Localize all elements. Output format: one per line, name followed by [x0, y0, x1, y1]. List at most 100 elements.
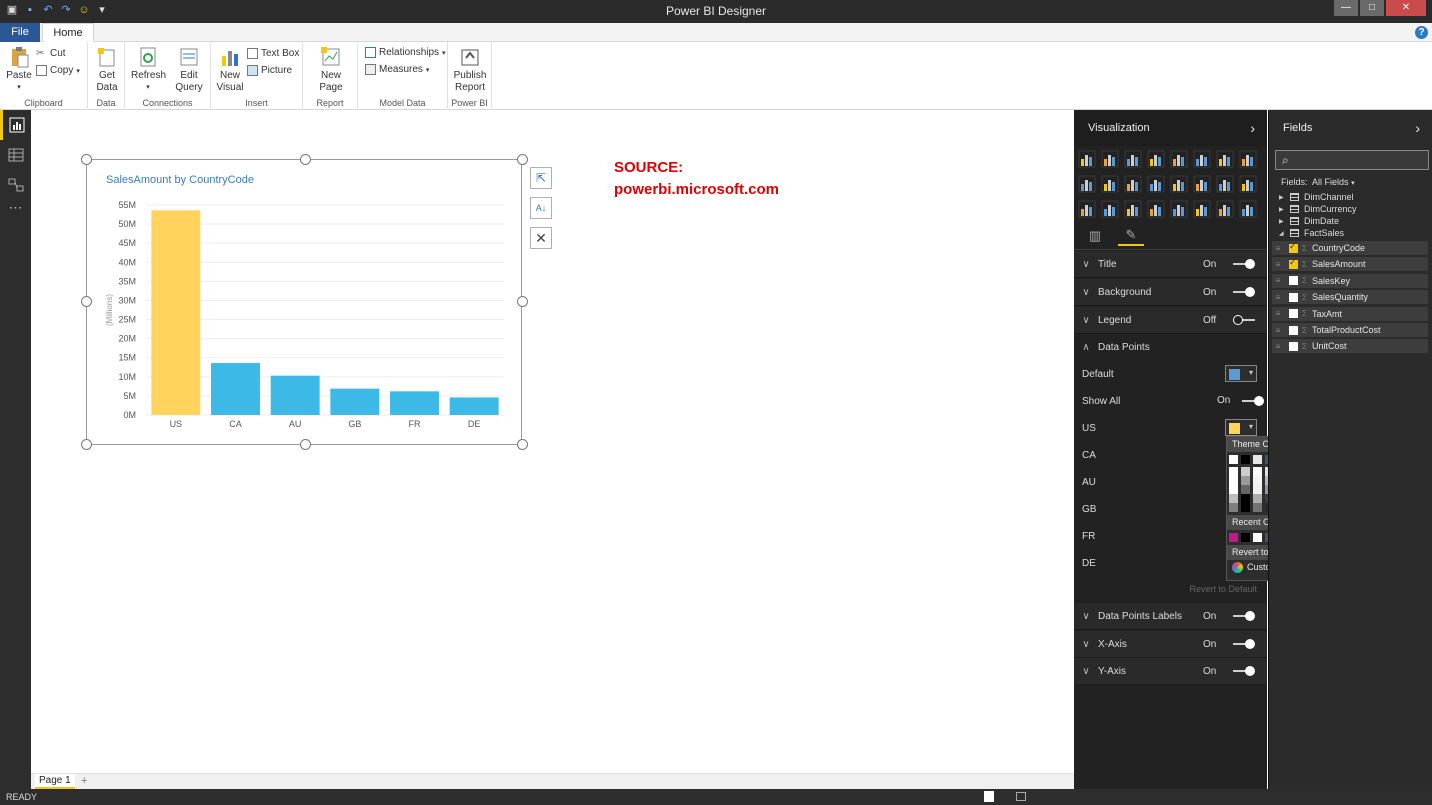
drag-handle-icon[interactable]: ≡ — [1272, 342, 1284, 351]
report-view-icon[interactable] — [0, 110, 31, 140]
color-swatch[interactable] — [1241, 467, 1250, 476]
field-checkbox[interactable] — [1289, 309, 1298, 319]
line-column-icon[interactable] — [1078, 175, 1096, 193]
background-section[interactable]: ∨ Background On — [1074, 279, 1267, 306]
y-axis-section[interactable]: ∨ Y-Axis On — [1074, 658, 1267, 685]
stacked-column-icon[interactable] — [1170, 150, 1188, 168]
publish-report-button[interactable]: Publish Report — [452, 46, 488, 94]
x-axis-toggle[interactable] — [1233, 639, 1255, 649]
legend-section[interactable]: ∨ Legend Off — [1074, 307, 1267, 334]
waterfall-icon[interactable] — [1216, 200, 1234, 218]
delete-visual-button[interactable]: ✕ — [530, 227, 552, 249]
help-icon[interactable]: ? — [1415, 26, 1428, 39]
stacked-bar-icon[interactable] — [1078, 150, 1096, 168]
table-item[interactable]: ▶ DimCurrency — [1279, 203, 1357, 215]
filled-map-icon[interactable] — [1124, 200, 1142, 218]
drag-handle-icon[interactable]: ≡ — [1272, 293, 1284, 302]
field-item[interactable]: ≡ Σ CountryCode — [1272, 241, 1428, 255]
field-item[interactable]: ≡ Σ TotalProductCost — [1272, 323, 1428, 337]
page-tab-1[interactable]: Page 1 — [35, 774, 75, 789]
color-swatch[interactable] — [1253, 476, 1262, 485]
data-view-icon[interactable] — [0, 140, 31, 170]
color-swatch[interactable] — [1229, 455, 1238, 464]
color-swatch[interactable] — [1241, 485, 1250, 494]
collapse-chevron-icon[interactable]: › — [1415, 120, 1420, 136]
field-checkbox[interactable] — [1289, 257, 1298, 269]
color-swatch[interactable] — [1253, 503, 1262, 512]
table-item[interactable]: ▶ DimDate — [1279, 215, 1339, 227]
resize-handle-tl[interactable] — [81, 154, 92, 165]
measures-button[interactable]: Measures ▾ — [365, 64, 429, 75]
field-checkbox[interactable] — [1289, 292, 1298, 302]
title-section[interactable]: ∨ Title On — [1074, 251, 1267, 278]
resize-handle-tr[interactable] — [517, 154, 528, 165]
color-swatch[interactable] — [1241, 503, 1250, 512]
color-swatch[interactable] — [1253, 455, 1262, 464]
page-view-icon[interactable] — [984, 791, 994, 802]
clustered-column-icon[interactable] — [1193, 150, 1211, 168]
field-checkbox[interactable] — [1289, 276, 1298, 286]
title-toggle[interactable] — [1233, 259, 1255, 269]
field-checkbox[interactable] — [1289, 241, 1298, 253]
field-item[interactable]: ≡ Σ SalesQuantity — [1272, 290, 1428, 305]
revert-to-default-link[interactable]: Revert to Default — [1189, 584, 1257, 594]
color-swatch[interactable] — [1229, 467, 1238, 476]
fields-tab-icon[interactable]: ▥ — [1082, 226, 1108, 246]
format-brush-icon[interactable]: ✎ — [1118, 226, 1144, 246]
gauge-icon[interactable] — [1147, 200, 1165, 218]
field-checkbox[interactable] — [1289, 325, 1298, 335]
focus-mode-button[interactable]: ⇱ — [530, 167, 552, 189]
fields-filter[interactable]: Fields: All Fields ▾ — [1281, 177, 1355, 187]
card-icon[interactable] — [1239, 175, 1257, 193]
new-visual-button[interactable]: New Visual — [216, 46, 244, 94]
text-box-button[interactable]: Text Box — [247, 48, 299, 59]
table-icon[interactable] — [1193, 175, 1211, 193]
refresh-button[interactable]: Refresh ▾ — [131, 46, 166, 94]
color-swatch[interactable] — [1253, 485, 1262, 494]
recent-color-swatch[interactable] — [1241, 533, 1250, 542]
new-page-button[interactable]: New Page — [309, 46, 353, 94]
edit-query-button[interactable]: Edit Query — [173, 46, 205, 94]
table-item[interactable]: ▶ DimChannel — [1279, 191, 1354, 203]
field-item[interactable]: ≡ Σ TaxAmt — [1272, 306, 1428, 321]
field-checkbox[interactable] — [1289, 341, 1298, 351]
fit-view-icon[interactable] — [1016, 792, 1026, 801]
column-chart-icon[interactable] — [1239, 150, 1257, 168]
relationships-button[interactable]: Relationships ▾ — [365, 47, 446, 58]
drag-handle-icon[interactable]: ≡ — [1272, 326, 1284, 335]
recent-color-swatch[interactable] — [1229, 533, 1238, 542]
color-swatch[interactable] — [1229, 494, 1238, 503]
donut-icon[interactable] — [1170, 200, 1188, 218]
clustered-bar-icon[interactable] — [1101, 150, 1119, 168]
x-axis-section[interactable]: ∨ X-Axis On — [1074, 631, 1267, 658]
table-item[interactable]: ◢ FactSales — [1279, 227, 1344, 239]
close-button[interactable]: ✕ — [1386, 0, 1426, 16]
multi-row-card-icon[interactable] — [1078, 200, 1096, 218]
cut-button[interactable]: ✂ Cut — [36, 48, 66, 59]
data-labels-section[interactable]: ∨ Data Points Labels On — [1074, 603, 1267, 630]
y-axis-toggle[interactable] — [1233, 666, 1255, 676]
color-swatch[interactable] — [1241, 455, 1250, 464]
color-swatch[interactable] — [1229, 503, 1238, 512]
resize-handle-bl[interactable] — [81, 439, 92, 450]
color-swatch[interactable] — [1241, 476, 1250, 485]
pie-chart-icon[interactable] — [1170, 175, 1188, 193]
treemap-icon[interactable] — [1147, 175, 1165, 193]
resize-handle-t[interactable] — [300, 154, 311, 165]
resize-handle-b[interactable] — [300, 439, 311, 450]
drag-handle-icon[interactable]: ≡ — [1272, 244, 1284, 253]
tab-file[interactable]: File — [0, 23, 40, 42]
color-swatch[interactable] — [1241, 494, 1250, 503]
fields-search-input[interactable]: ⌕ — [1275, 150, 1429, 170]
relationships-view-icon[interactable] — [0, 170, 31, 200]
data-points-section[interactable]: ∧ Data Points — [1074, 334, 1267, 361]
maximize-button[interactable]: □ — [1360, 0, 1384, 16]
resize-handle-br[interactable] — [517, 439, 528, 450]
scatter-chart-icon[interactable] — [1124, 175, 1142, 193]
line-chart-icon[interactable] — [1101, 175, 1119, 193]
get-data-button[interactable]: Get Data — [93, 46, 121, 94]
drag-handle-icon[interactable]: ≡ — [1272, 309, 1284, 318]
more-icon[interactable]: ⋯ — [0, 199, 31, 215]
recent-color-swatch[interactable] — [1253, 533, 1262, 542]
color-swatch[interactable] — [1229, 476, 1238, 485]
